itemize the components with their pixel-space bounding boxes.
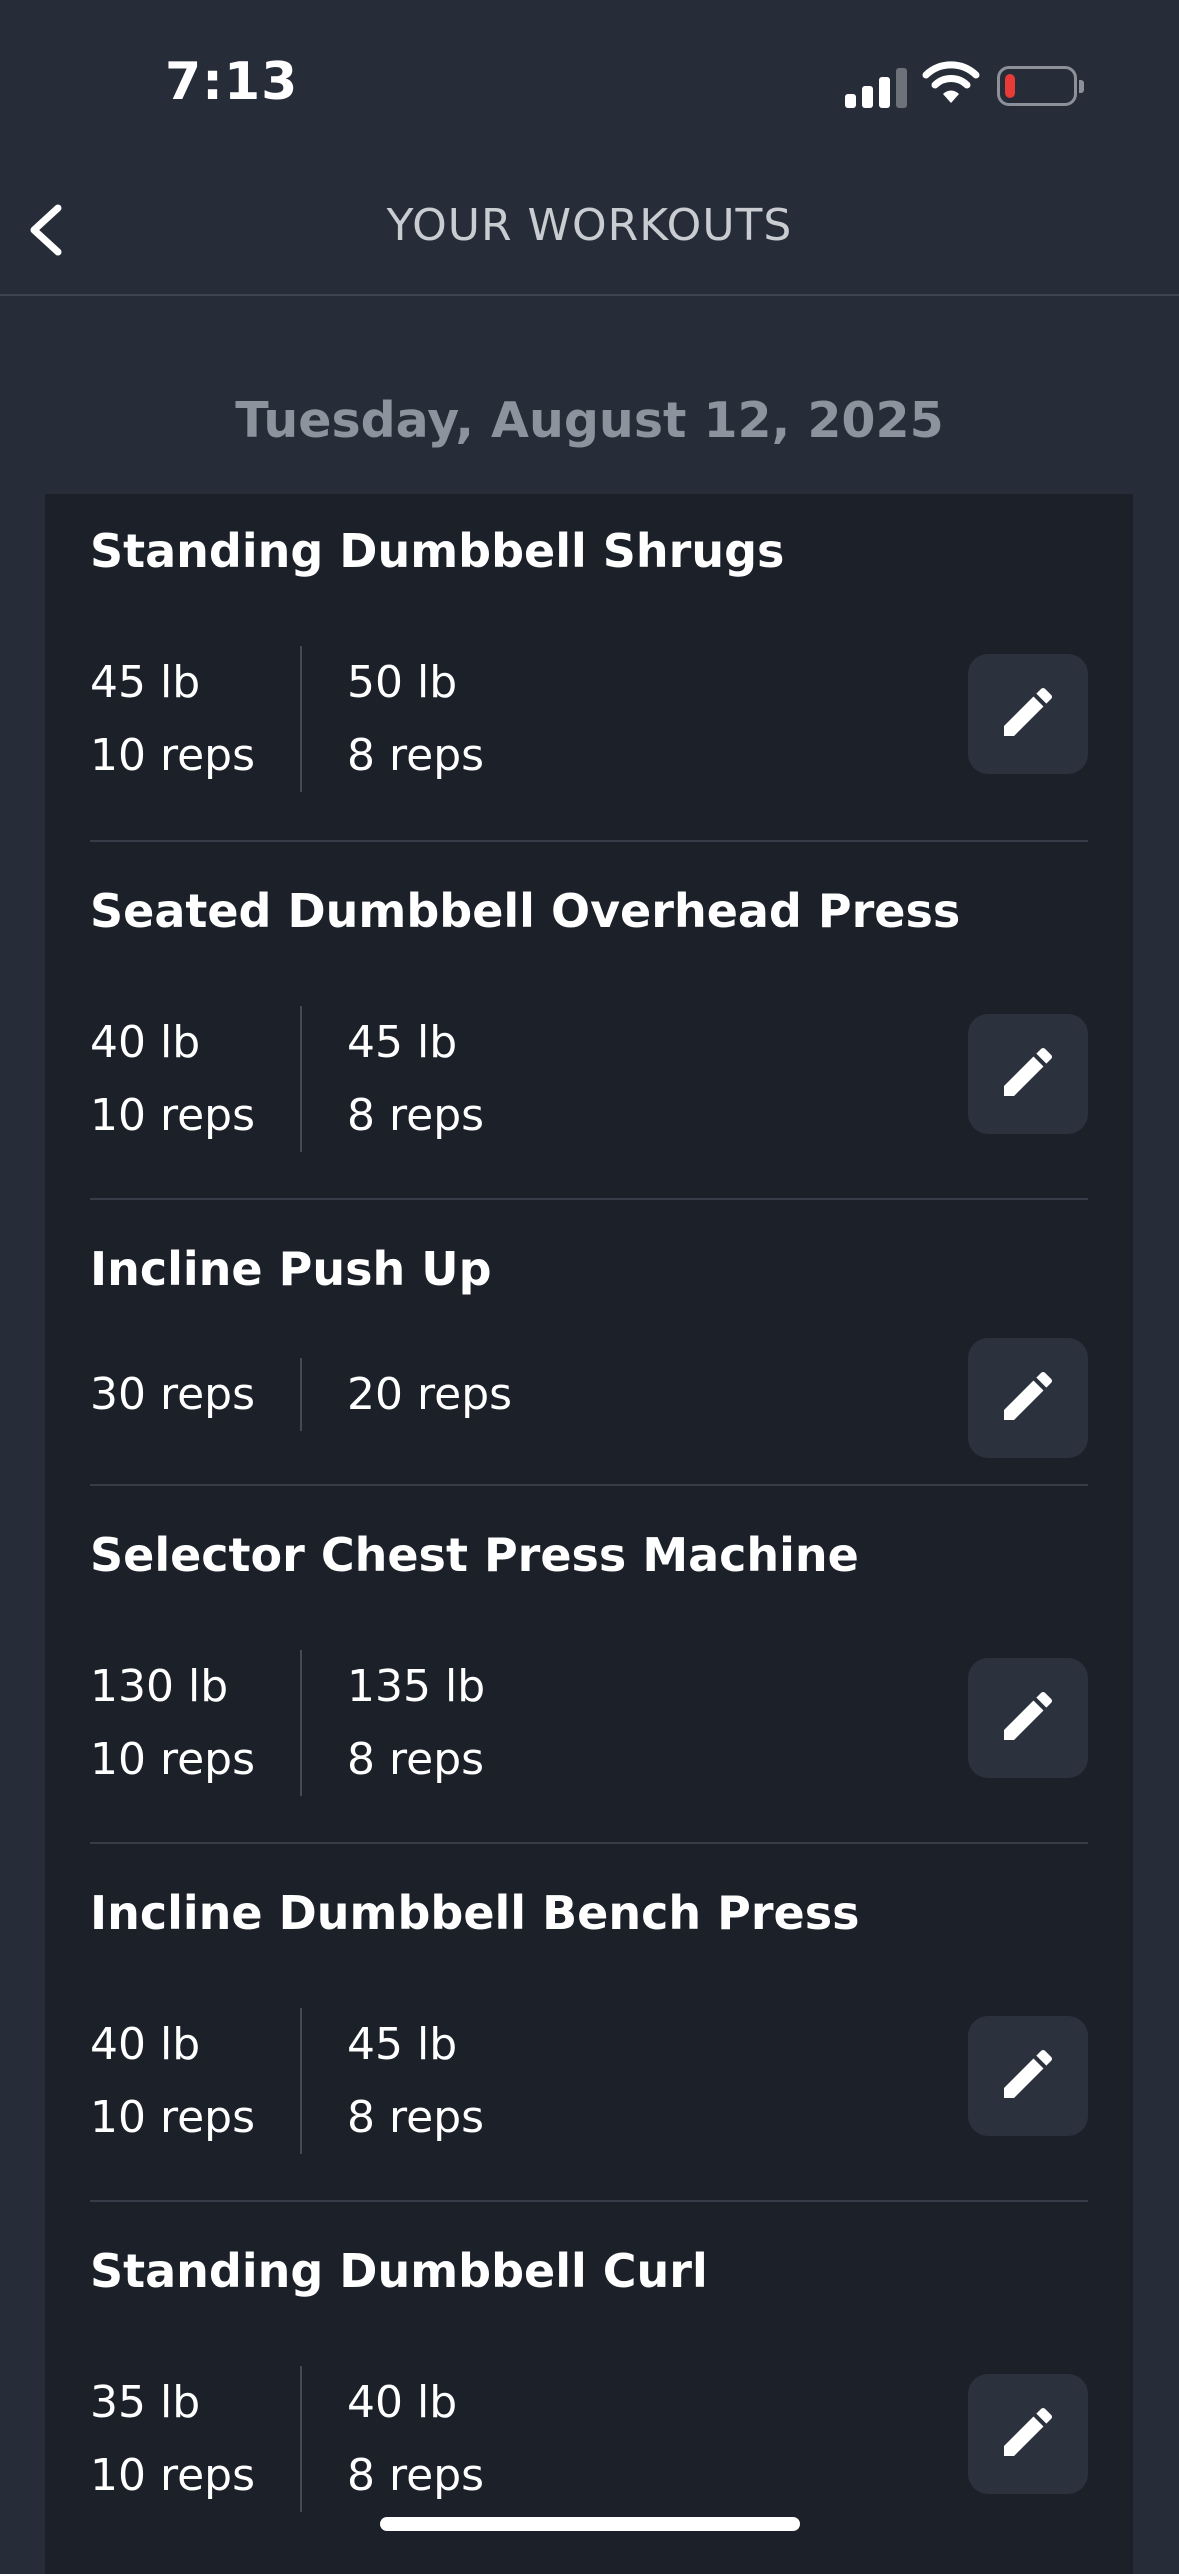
exercise-row: Standing Dumbbell Curl 35 lb 10 reps 40 lb 8…: [90, 2200, 1088, 2556]
sets-summary: 30 reps 20 reps: [90, 1358, 512, 1431]
wifi-icon: [922, 61, 980, 103]
sets-summary: 35 lb 10 reps 40 lb 8 reps: [90, 2366, 484, 2512]
set-1: 30 reps: [90, 1358, 255, 1431]
set-reps: 10 reps: [90, 2092, 256, 2143]
exercise-name: Incline Push Up: [90, 1242, 492, 1296]
edit-exercise-button[interactable]: [968, 1658, 1088, 1778]
set-weight: 45 lb: [347, 1017, 458, 1068]
set-reps: 10 reps: [90, 1734, 256, 1785]
set-1: 35 lb 10 reps: [90, 2366, 255, 2512]
sets-summary: 40 lb 10 reps 45 lb 8 reps: [90, 2008, 484, 2154]
set-2: 45 lb 8 reps: [347, 1006, 484, 1152]
exercise-name: Incline Dumbbell Bench Press: [90, 1886, 860, 1940]
set-divider: [300, 2366, 303, 2512]
set-1: 130 lb 10 reps: [90, 1650, 255, 1796]
set-divider: [300, 1006, 303, 1152]
set-reps: 30 reps: [90, 1369, 256, 1420]
set-reps: 10 reps: [90, 1090, 256, 1141]
set-2: 50 lb 8 reps: [347, 646, 484, 792]
sets-summary: 45 lb 10 reps 50 lb 8 reps: [90, 646, 484, 792]
set-weight: 40 lb: [347, 2377, 458, 2428]
battery-icon: [997, 66, 1084, 106]
set-reps: 8 reps: [347, 730, 485, 781]
pencil-icon: [996, 1684, 1060, 1752]
pencil-icon: [996, 1364, 1060, 1432]
nav-bar: YOUR WORKOUTS: [0, 170, 1179, 296]
set-1: 40 lb 10 reps: [90, 2008, 255, 2154]
set-reps: 8 reps: [347, 1090, 485, 1141]
exercise-row: Incline Dumbbell Bench Press 40 lb 10 reps…: [90, 1842, 1088, 2202]
set-2: 135 lb 8 reps: [347, 1650, 485, 1796]
set-reps: 8 reps: [347, 1734, 485, 1785]
date-header: Tuesday, August 12, 2025: [235, 392, 944, 449]
set-divider: [300, 1358, 303, 1431]
set-weight: 130 lb: [90, 1661, 229, 1712]
status-time: 7:13: [165, 52, 299, 112]
set-weight: 40 lb: [90, 2019, 201, 2070]
set-weight: 40 lb: [90, 1017, 201, 1068]
set-reps: 20 reps: [347, 1369, 513, 1420]
edit-exercise-button[interactable]: [968, 2016, 1088, 2136]
set-reps: 8 reps: [347, 2092, 485, 2143]
set-1: 40 lb 10 reps: [90, 1006, 255, 1152]
status-bar: 7:13: [0, 0, 1179, 170]
battery-level-fill: [1005, 74, 1015, 98]
pencil-icon: [996, 2042, 1060, 2110]
exercise-row: Incline Push Up 30 reps 20 reps: [90, 1198, 1088, 1486]
cellular-signal-icon: [845, 64, 907, 108]
sets-summary: 130 lb 10 reps 135 lb 8 reps: [90, 1650, 485, 1796]
exercise-name: Selector Chest Press Machine: [90, 1528, 859, 1582]
page-title: YOUR WORKOUTS: [386, 200, 793, 251]
set-reps: 8 reps: [347, 2450, 485, 2501]
exercise-name: Standing Dumbbell Shrugs: [90, 524, 785, 578]
set-1: 45 lb 10 reps: [90, 646, 255, 792]
set-2: 40 lb 8 reps: [347, 2366, 484, 2512]
exercise-name: Standing Dumbbell Curl: [90, 2244, 708, 2298]
set-weight: 135 lb: [347, 1661, 486, 1712]
pencil-icon: [996, 2400, 1060, 2468]
edit-exercise-button[interactable]: [968, 654, 1088, 774]
home-indicator[interactable]: [380, 2517, 800, 2531]
set-reps: 10 reps: [90, 2450, 256, 2501]
set-reps: 10 reps: [90, 730, 256, 781]
exercise-name: Seated Dumbbell Overhead Press: [90, 884, 961, 938]
sets-summary: 40 lb 10 reps 45 lb 8 reps: [90, 1006, 484, 1152]
set-divider: [300, 1650, 303, 1796]
exercise-row: Standing Dumbbell Shrugs 45 lb 10 reps 50 l…: [90, 494, 1088, 842]
pencil-icon: [996, 680, 1060, 748]
exercise-row: Seated Dumbbell Overhead Press 40 lb 10 re…: [90, 840, 1088, 1200]
set-weight: 35 lb: [90, 2377, 201, 2428]
edit-exercise-button[interactable]: [968, 1338, 1088, 1458]
exercise-row: Selector Chest Press Machine 130 lb 10 rep…: [90, 1484, 1088, 1844]
set-divider: [300, 646, 303, 792]
set-divider: [300, 2008, 303, 2154]
set-weight: 45 lb: [347, 2019, 458, 2070]
set-2: 45 lb 8 reps: [347, 2008, 484, 2154]
set-weight: 50 lb: [347, 657, 458, 708]
set-weight: 45 lb: [90, 657, 201, 708]
pencil-icon: [996, 1040, 1060, 1108]
edit-exercise-button[interactable]: [968, 2374, 1088, 2494]
edit-exercise-button[interactable]: [968, 1014, 1088, 1134]
set-2: 20 reps: [347, 1358, 512, 1431]
